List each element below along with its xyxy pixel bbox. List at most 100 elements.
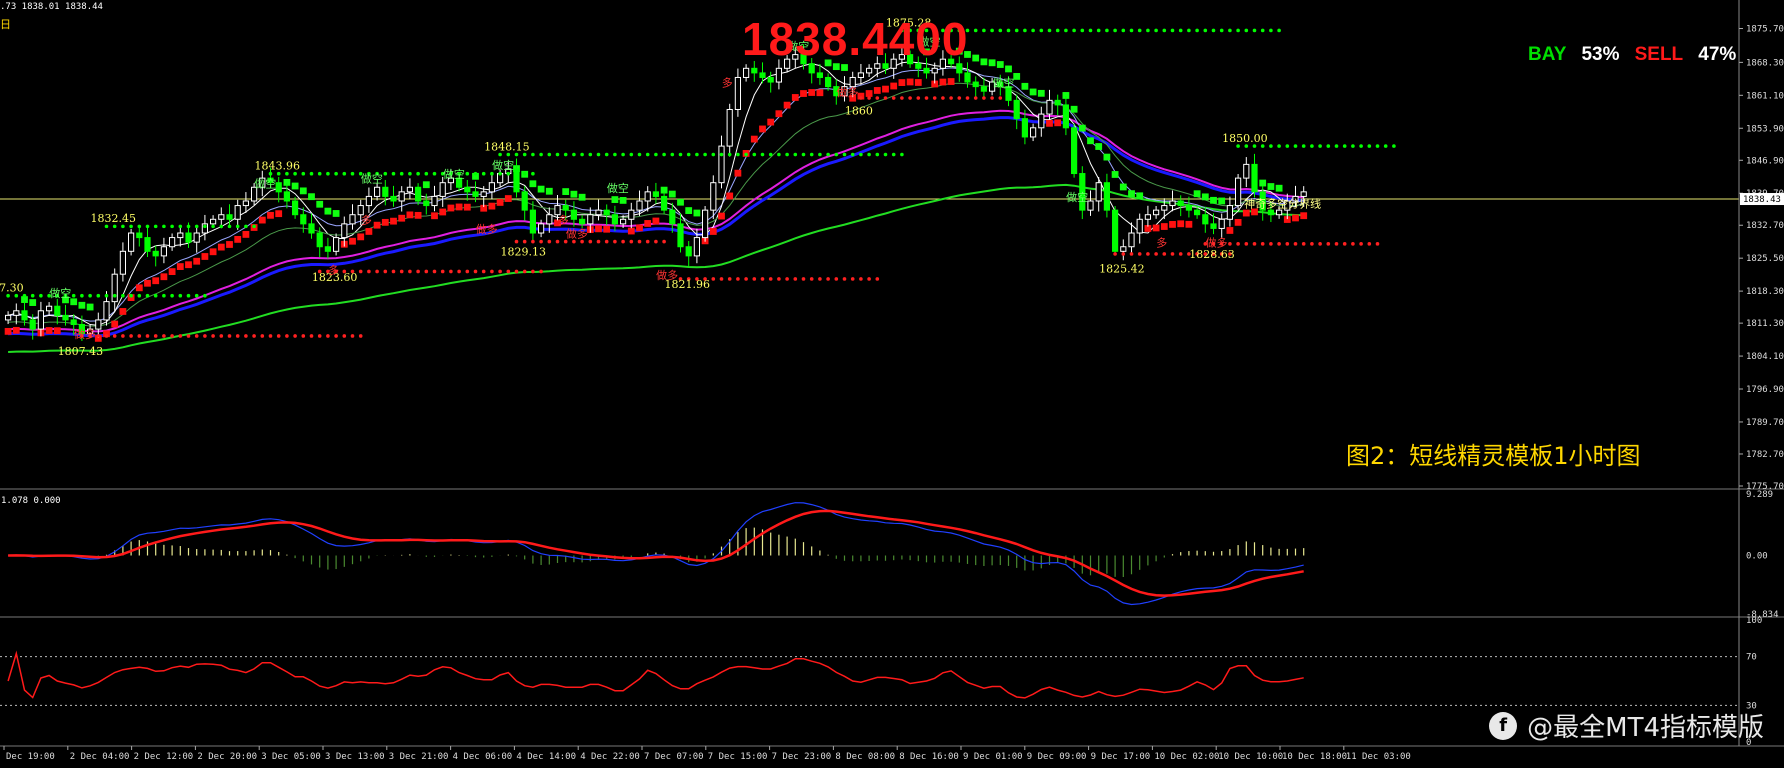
current-price-text: 1838.43 bbox=[1743, 195, 1781, 205]
level-dot bbox=[465, 171, 470, 176]
level-dot bbox=[965, 96, 970, 100]
level-dot bbox=[244, 334, 248, 338]
trend-ribbon-block bbox=[209, 248, 217, 256]
trend-ribbon-block bbox=[1054, 119, 1062, 127]
level-dot bbox=[440, 269, 445, 274]
level-dot bbox=[1137, 252, 1142, 256]
level-dot bbox=[654, 152, 658, 157]
weibo-logo-icon: f bbox=[1489, 711, 1518, 740]
trend-ribbon-block bbox=[488, 202, 496, 210]
level-dot bbox=[317, 334, 322, 338]
x-tick-label: 8 Dec 16:00 bbox=[899, 752, 959, 762]
level-dot bbox=[850, 277, 855, 281]
level-dot bbox=[1293, 242, 1298, 246]
swing-label: 1828.63 bbox=[1189, 248, 1235, 261]
level-dot bbox=[1228, 242, 1232, 246]
trend-ribbon-block bbox=[1210, 196, 1217, 204]
level-dot bbox=[1375, 144, 1380, 148]
candle-body bbox=[111, 273, 118, 303]
trend-ribbon-block bbox=[1078, 124, 1086, 132]
level-dot bbox=[1047, 28, 1052, 33]
level-dot bbox=[1219, 28, 1224, 33]
candle-body bbox=[390, 195, 397, 202]
level-dot bbox=[170, 293, 174, 298]
level-dot bbox=[916, 96, 921, 100]
level-dot bbox=[104, 293, 109, 298]
signal-label: 做多 bbox=[74, 327, 96, 341]
signal-label: 做空 bbox=[492, 158, 514, 172]
candle-body bbox=[177, 232, 184, 239]
x-tick-label: 2 Dec 20:00 bbox=[197, 752, 257, 762]
level-dot bbox=[424, 171, 429, 176]
trend-ribbon-block bbox=[1152, 224, 1160, 232]
mt4-chart[interactable]: 1807.431832.4517.301843.961823.601848.15… bbox=[0, 0, 1784, 768]
candle-body bbox=[587, 214, 594, 225]
level-dot bbox=[473, 171, 478, 176]
candle-body bbox=[1120, 246, 1127, 252]
level-dot bbox=[842, 152, 847, 157]
trend-ribbon-block bbox=[45, 327, 53, 334]
trend-ribbon-block bbox=[603, 225, 611, 233]
level-dot bbox=[1178, 252, 1183, 256]
swing-label: 1848.15 bbox=[484, 140, 529, 153]
trend-ribbon-block bbox=[242, 231, 250, 238]
level-dot bbox=[1326, 144, 1331, 148]
level-dot bbox=[1260, 28, 1265, 33]
trend-ribbon-block bbox=[939, 78, 947, 86]
level-dot bbox=[932, 96, 937, 100]
candle-body bbox=[210, 218, 217, 225]
level-dot bbox=[1178, 28, 1183, 33]
candle-body bbox=[70, 319, 77, 326]
level-dot bbox=[621, 239, 625, 244]
trend-ribbon-block bbox=[677, 198, 684, 206]
level-dot bbox=[809, 277, 814, 281]
level-dot bbox=[1318, 242, 1322, 246]
candle-body bbox=[415, 186, 422, 202]
level-dot bbox=[350, 171, 355, 176]
level-dot bbox=[900, 152, 904, 157]
candle-body bbox=[923, 67, 930, 74]
y-tick-label: 1789.70 bbox=[1746, 418, 1784, 428]
level-dot bbox=[203, 224, 207, 229]
level-dot bbox=[1342, 242, 1347, 246]
ohlc-readout: .73 1838.01 1838.44 bbox=[0, 2, 103, 12]
x-tick-label: 9 Dec 01:00 bbox=[963, 752, 1023, 762]
trend-ribbon-block bbox=[800, 90, 807, 97]
level-dot bbox=[875, 152, 880, 157]
candle-body bbox=[128, 232, 135, 252]
trend-ribbon-block bbox=[431, 212, 438, 220]
candle-body bbox=[398, 191, 405, 202]
level-dot bbox=[588, 239, 593, 244]
candle-body bbox=[488, 182, 495, 193]
level-dot bbox=[1269, 28, 1273, 33]
level-dot bbox=[1269, 242, 1273, 246]
candle-body bbox=[29, 319, 36, 330]
level-dot bbox=[30, 293, 35, 298]
level-dot bbox=[309, 334, 314, 338]
candle-body bbox=[611, 214, 618, 225]
trend-ribbon-block bbox=[439, 208, 447, 216]
trend-ribbon-block bbox=[882, 85, 889, 93]
level-dot bbox=[358, 334, 363, 338]
candle-body bbox=[1218, 218, 1225, 229]
candle-body bbox=[570, 209, 577, 220]
level-dot bbox=[982, 96, 986, 100]
trend-ribbon-block bbox=[53, 327, 61, 335]
trend-ribbon-block bbox=[324, 207, 332, 215]
level-dot bbox=[71, 293, 76, 298]
level-dot bbox=[96, 293, 101, 298]
trend-ribbon-block bbox=[1193, 190, 1201, 198]
level-dot bbox=[547, 152, 552, 157]
candle-body bbox=[1161, 205, 1168, 211]
trend-ribbon-block bbox=[1259, 179, 1267, 187]
level-dot bbox=[908, 96, 912, 100]
swing-label: 1807.43 bbox=[58, 345, 103, 358]
buy-label: BAY bbox=[1528, 44, 1567, 65]
level-dot bbox=[1105, 28, 1109, 33]
trend-ribbon-block bbox=[652, 217, 660, 225]
level-dot bbox=[1252, 28, 1257, 33]
y-tick-label: 1825.50 bbox=[1746, 254, 1784, 264]
trend-ribbon-block bbox=[1095, 143, 1103, 150]
level-dot bbox=[211, 334, 215, 338]
candle-body bbox=[1251, 163, 1258, 193]
